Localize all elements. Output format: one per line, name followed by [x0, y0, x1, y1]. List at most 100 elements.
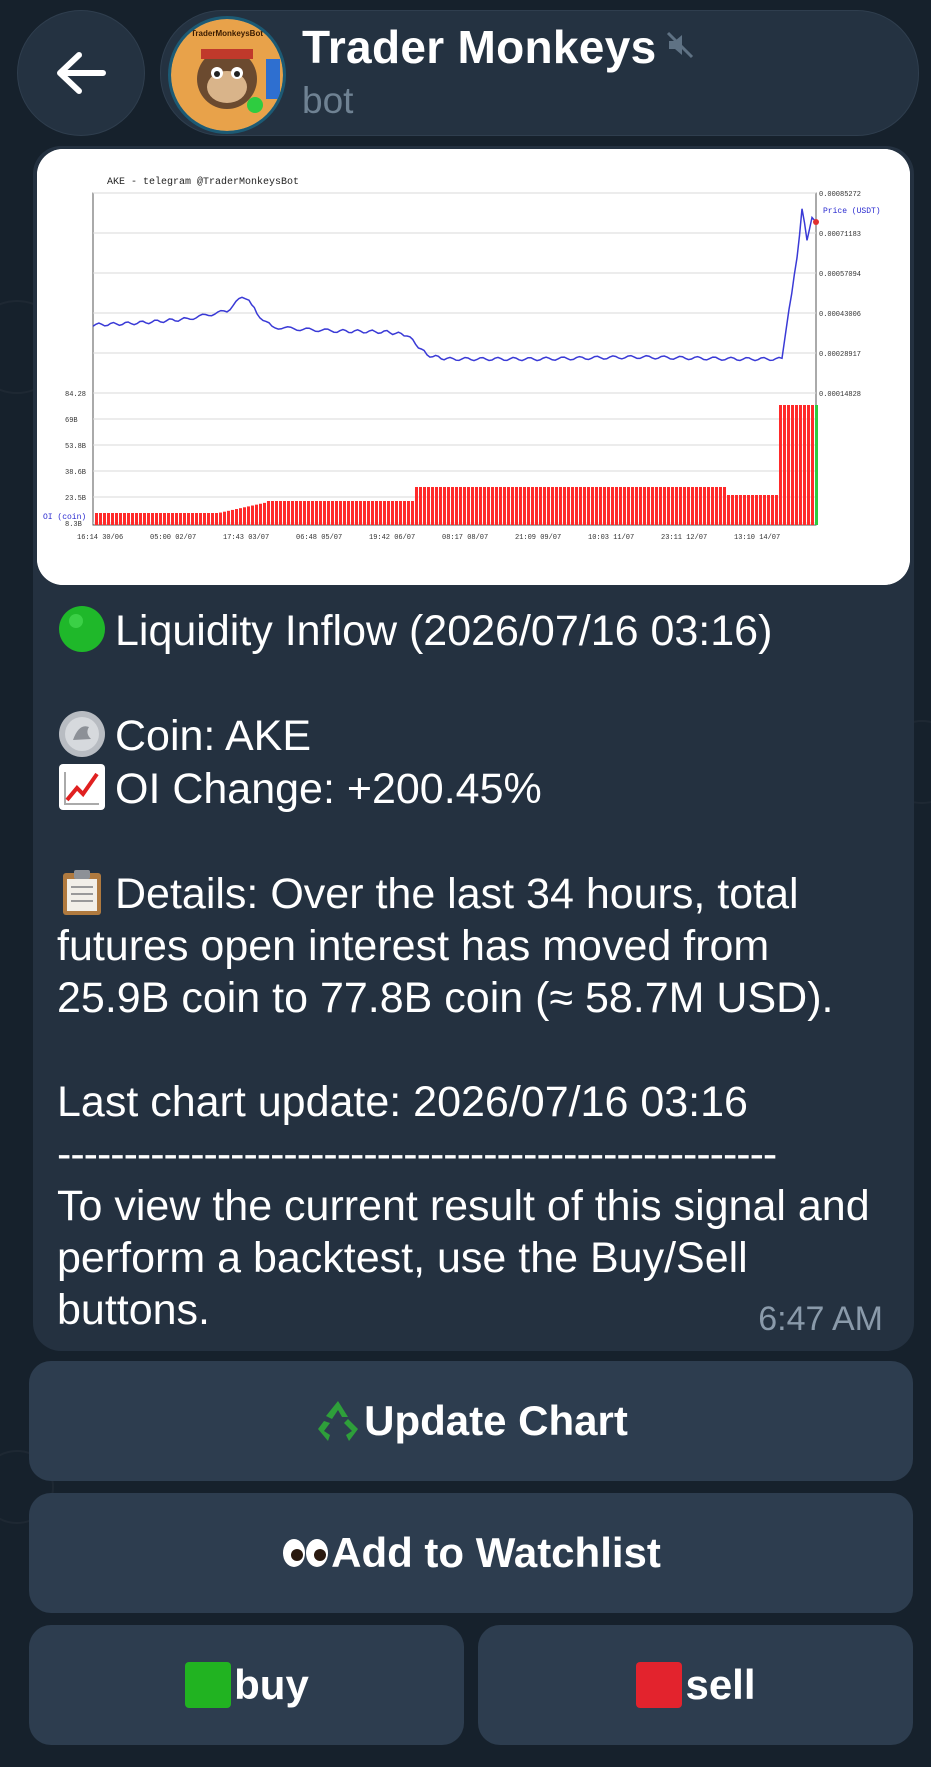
oi-bar — [755, 495, 758, 525]
avatar-caption: TraderMonkeysBot — [190, 29, 264, 38]
price-tick-label: 0.00071183 — [819, 231, 861, 239]
time-tick-label: 19:42 06/07 — [369, 534, 415, 542]
chat-title[interactable]: Trader Monkeys — [302, 20, 656, 74]
update-chart-button[interactable]: Update Chart — [29, 1361, 913, 1481]
oi-bar — [95, 513, 98, 525]
oi-bar — [567, 487, 570, 525]
oi-bar — [747, 495, 750, 525]
time-tick-label: 10:03 11/07 — [588, 534, 634, 542]
oi-bar — [435, 487, 438, 525]
message-text: Liquidity Inflow (2026/07/16 03:16) Coin… — [57, 604, 877, 1336]
oi-bar — [775, 495, 778, 525]
oi-bar — [591, 487, 594, 525]
oi-bar — [663, 487, 666, 525]
oi-bar — [811, 405, 814, 525]
add-to-watchlist-button[interactable]: Add to Watchlist — [29, 1493, 913, 1613]
oi-bar — [463, 487, 466, 525]
oi-bar — [535, 487, 538, 525]
oi-bar — [607, 487, 610, 525]
oi-bar — [299, 501, 302, 525]
oi-axis-label: OI (coin) — [43, 513, 86, 522]
oi-bar — [263, 502, 266, 525]
oi-bar — [735, 495, 738, 525]
time-tick-label: 08:17 08/07 — [442, 534, 488, 542]
oi-bar — [623, 487, 626, 525]
oi-bar — [275, 501, 278, 525]
oi-bar — [419, 487, 422, 525]
bot-avatar[interactable]: TraderMonkeysBot — [168, 16, 286, 134]
price-tick-label: 0.00043006 — [819, 311, 861, 319]
oi-bar — [439, 487, 442, 525]
oi-bar — [415, 487, 418, 525]
oi-bar — [671, 487, 674, 525]
oi-bar — [643, 487, 646, 525]
chart-increasing-icon — [57, 762, 107, 812]
price-axis-label: Price (USDT) — [823, 207, 881, 216]
footer-text: To view the current result of this signa… — [57, 1182, 870, 1334]
back-button[interactable] — [17, 10, 145, 136]
coin-icon — [57, 709, 107, 759]
oi-bar — [579, 487, 582, 525]
oi-bar — [211, 513, 214, 525]
oi-bar — [335, 501, 338, 525]
oi-bar — [719, 487, 722, 525]
oi-bar — [187, 513, 190, 525]
oi-bar — [231, 509, 234, 525]
oi-bar — [303, 501, 306, 525]
oi-bar — [807, 405, 810, 525]
oi-bar — [175, 513, 178, 525]
oi-bar — [387, 501, 390, 525]
price-last-point — [813, 219, 819, 225]
oi-bar — [595, 487, 598, 525]
oi-bar — [731, 495, 734, 525]
oi-bar — [351, 501, 354, 525]
oi-bar — [727, 495, 730, 525]
oi-bar — [147, 513, 150, 525]
time-tick-label: 13:10 14/07 — [734, 534, 780, 542]
oi-bar — [571, 487, 574, 525]
oi-bar — [763, 495, 766, 525]
oi-bar — [431, 487, 434, 525]
oi-bar — [239, 508, 242, 525]
oi-bar — [331, 501, 334, 525]
oi-bar — [347, 501, 350, 525]
oi-bar — [163, 513, 166, 525]
oi-tick-label: 84.28 — [65, 391, 86, 399]
oi-bar — [127, 513, 130, 525]
oi-bar — [99, 513, 102, 525]
oi-tick-label: 53.8B — [65, 443, 86, 451]
oi-bar — [191, 513, 194, 525]
oi-bar — [315, 501, 318, 525]
oi-bar — [371, 501, 374, 525]
oi-bar — [519, 487, 522, 525]
oi-bar — [139, 513, 142, 525]
oi-bar — [503, 487, 506, 525]
oi-bar — [111, 513, 114, 525]
oi-bar — [551, 487, 554, 525]
oi-bar — [543, 487, 546, 525]
chart-image[interactable]: AKE - telegram @TraderMonkeysBot Price (… — [37, 149, 910, 585]
oi-bar — [423, 487, 426, 525]
oi-bar — [223, 511, 226, 525]
oi-tick-label: 23.5B — [65, 495, 86, 503]
oi-bar — [259, 503, 262, 525]
sell-button[interactable]: sell — [478, 1625, 913, 1745]
time-tick-label: 05:00 02/07 — [150, 534, 196, 542]
oi-bar — [647, 487, 650, 525]
oi-bar — [791, 405, 794, 525]
watchlist-label: Add to Watchlist — [331, 1529, 661, 1576]
clipboard-icon — [57, 867, 107, 917]
oi-bar — [683, 487, 686, 525]
oi-bar — [695, 487, 698, 525]
red-square-icon — [635, 1661, 683, 1709]
buy-button[interactable]: buy — [29, 1625, 464, 1745]
oi-bar — [123, 513, 126, 525]
last-update-line: Last chart update: 2026/07/16 03:16 — [57, 1078, 748, 1126]
oi-bar — [667, 487, 670, 525]
oi-tick-label: 38.6B — [65, 469, 86, 477]
price-tick-label: 0.00085272 — [819, 191, 861, 199]
oi-bar — [135, 513, 138, 525]
chart-title: AKE - telegram @TraderMonkeysBot — [107, 176, 299, 188]
oi-bar — [155, 513, 158, 525]
oi-bar — [599, 487, 602, 525]
